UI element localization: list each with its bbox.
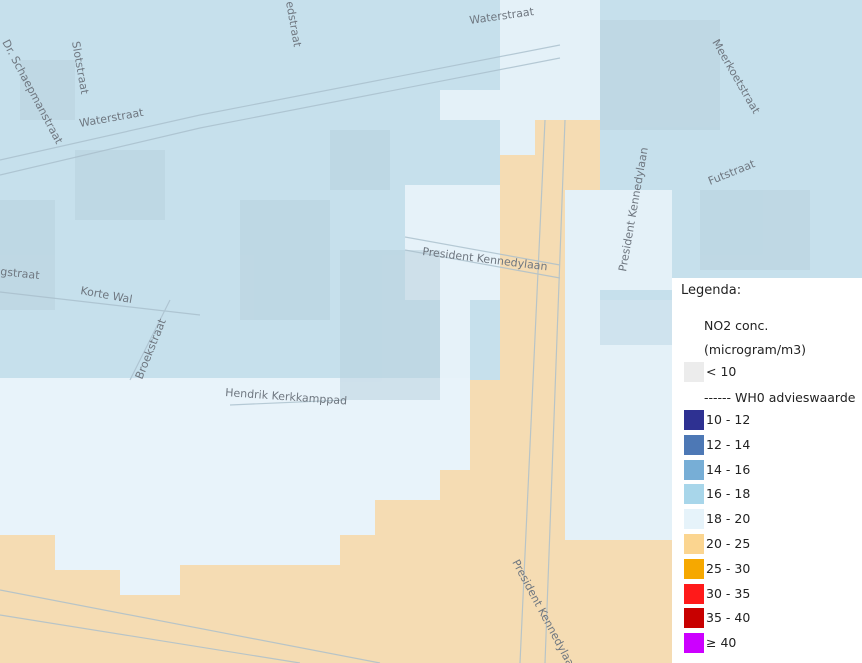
legend-label: 16 - 18 — [706, 486, 751, 502]
legend-swatch-below-10 — [684, 362, 704, 382]
legend-swatch — [684, 608, 704, 629]
legend-label: 12 - 14 — [706, 436, 751, 452]
legend-label-below-10: < 10 — [706, 364, 737, 379]
legend-label: 14 - 16 — [706, 461, 751, 477]
legend-label: 35 - 40 — [706, 610, 751, 626]
legend-swatch — [684, 534, 704, 554]
legend-swatch — [684, 509, 704, 530]
legend-label: 10 - 12 — [706, 412, 751, 427]
legend-who-line: ------ WH0 advieswaarde — [704, 390, 856, 405]
legend-label: 20 - 25 — [706, 536, 751, 551]
legend-swatch — [684, 484, 704, 505]
legend-unit-line-1: NO2 conc. — [704, 318, 769, 333]
legend-label: 18 - 20 — [706, 511, 751, 527]
legend-label: 30 - 35 — [706, 585, 751, 601]
legend-swatch — [684, 434, 704, 455]
legend-label: ≥ 40 — [706, 635, 737, 651]
legend-swatch — [684, 459, 704, 480]
legend-label: 25 - 30 — [706, 560, 751, 576]
legend-swatch — [684, 410, 704, 430]
legend-title: Legenda: — [681, 283, 742, 298]
legend-swatch — [684, 583, 704, 604]
zone-18-20-east-low — [565, 345, 672, 565]
legend-unit-line-2: (microgram/m3) — [704, 342, 807, 357]
legend-swatch — [684, 633, 704, 654]
legend-swatch — [684, 558, 704, 579]
legend-panel: Legenda: NO2 conc. (microgram/m3) < 10 -… — [672, 278, 862, 663]
